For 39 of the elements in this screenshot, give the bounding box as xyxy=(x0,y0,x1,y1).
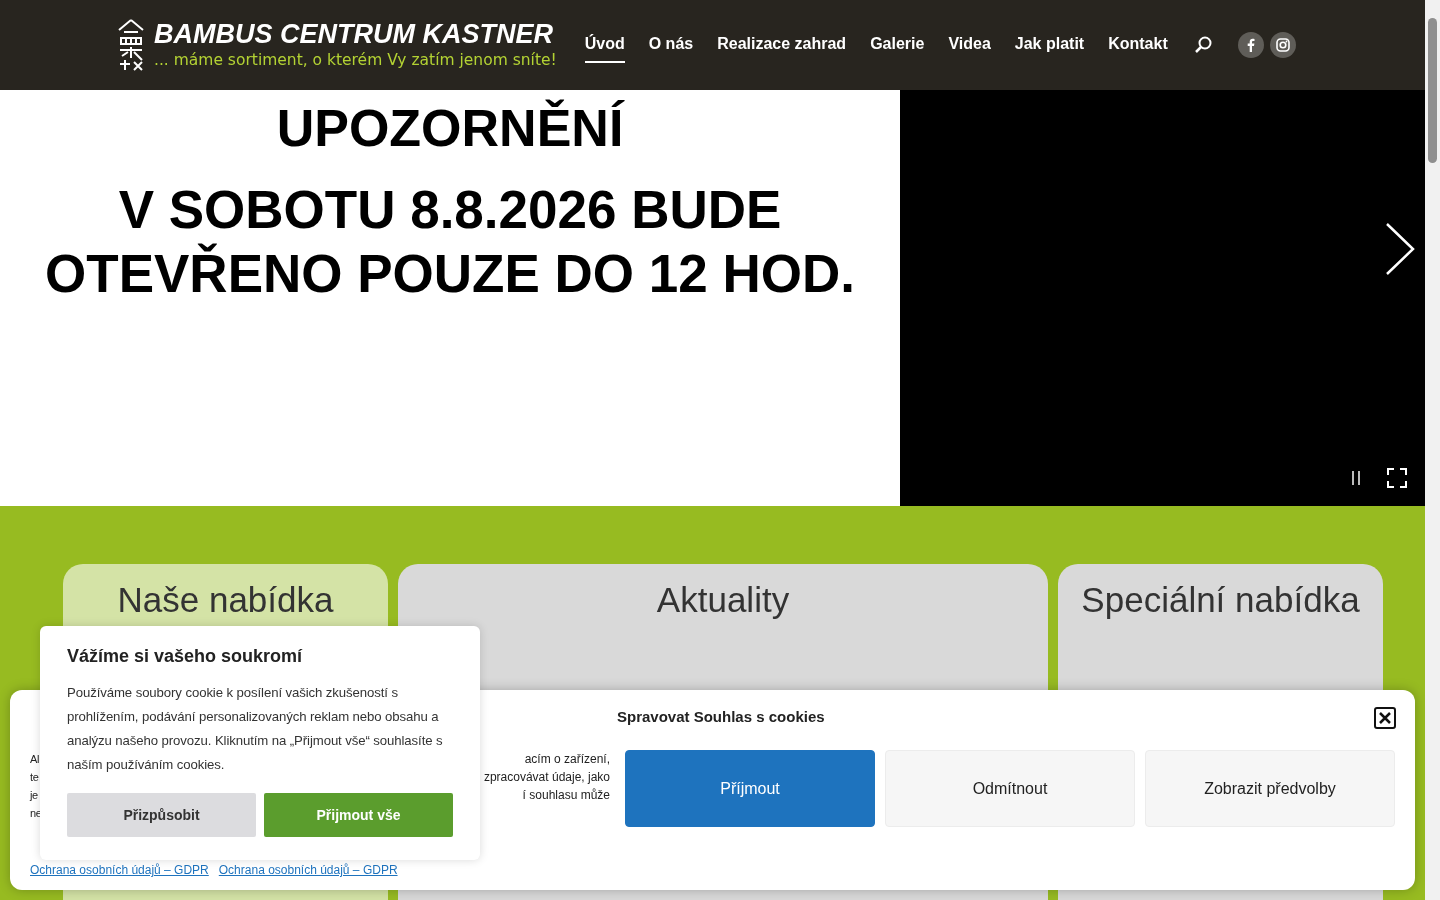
banner-text: Al xyxy=(30,752,39,767)
nav-link[interactable]: Realizace zahrad xyxy=(717,27,847,63)
close-button[interactable] xyxy=(1374,707,1396,729)
fullscreen-icon[interactable] xyxy=(1387,468,1407,488)
pause-icon[interactable] xyxy=(1350,471,1362,485)
nav-link[interactable]: Jak platit xyxy=(1014,27,1085,63)
facebook-icon[interactable] xyxy=(1237,32,1264,58)
popup-text: Používáme soubory cookie k posílení vašich zkušeností s prohlížením, podávání personalizovaných reklam nebo obsahu a analýzu našeho provozu. Kliknutím na „Přijmout vše“ souhlasíte s naším používáním cookies. xyxy=(67,684,444,774)
consent-button[interactable]: Zobrazit předvolby xyxy=(1145,750,1395,827)
banner-text: acím o zařízení, xyxy=(524,751,610,768)
search-icon[interactable] xyxy=(1193,36,1212,54)
card-title: Aktuality xyxy=(656,580,790,621)
site-title[interactable]: BAMBUS CENTRUM KASTNER xyxy=(154,19,557,49)
notice-heading: UPOZORNĚNÍ xyxy=(276,98,624,159)
notice-text: OTEVŘENO POUZE DO 12 HOD. xyxy=(45,242,855,305)
scrollbar[interactable] xyxy=(1425,0,1440,900)
card-title: Naše nabídka xyxy=(117,580,334,621)
nav-link[interactable]: O nás xyxy=(648,27,694,63)
privacy-link[interactable]: Ochrana osobních údajů – GDPR xyxy=(218,863,398,877)
privacy-link[interactable]: Ochrana osobních údajů – GDPR xyxy=(30,863,209,877)
notice-text: V SOBOTU 8.8.2026 BUDE xyxy=(118,179,782,241)
nav-link[interactable]: Videa xyxy=(948,27,991,63)
close-icon xyxy=(1379,712,1391,724)
card-title: Speciální nabídka xyxy=(1081,580,1360,621)
nav-link[interactable]: Galerie xyxy=(870,27,925,63)
nav-link[interactable]: Úvod xyxy=(584,27,625,63)
popup-title: Vážíme si vašeho soukromí xyxy=(67,646,304,667)
site-tagline: ... máme sortiment, o kterém Vy zatím jenom sníte! xyxy=(154,50,557,71)
banner-text: zpracovávat údaje, jako xyxy=(483,769,610,786)
banner-text: í souhlasu může xyxy=(522,787,610,804)
banner-text: te xyxy=(30,770,39,785)
consent-button[interactable]: Odmítnout xyxy=(885,750,1135,827)
popup-button[interactable]: Přizpůsobit xyxy=(67,793,256,837)
consent-button[interactable]: Příjmout xyxy=(625,750,875,827)
banner-title: Spravovat Souhlas s cookies xyxy=(617,708,825,725)
nav-link[interactable]: Kontakt xyxy=(1108,27,1168,63)
banner-text: je xyxy=(30,788,38,803)
logo-icon xyxy=(116,18,146,72)
instagram-icon[interactable] xyxy=(1269,32,1296,58)
